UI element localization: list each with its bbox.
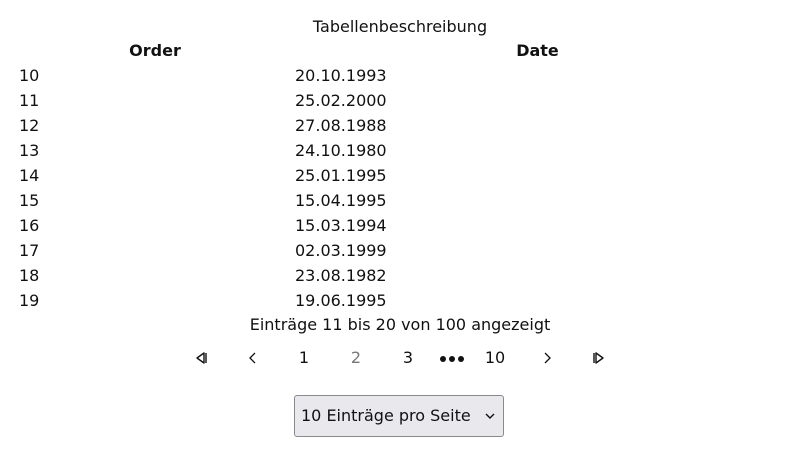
previous-page-button[interactable] [240,345,266,371]
last-page-button[interactable] [586,345,612,371]
table-body: 10 20.10.1993 11 25.02.2000 12 27.08.198… [0,63,800,313]
ellipsis [437,345,467,371]
ellipsis-icon [440,356,464,362]
page-size-selected: 10 Einträge pro Seite [301,406,471,425]
first-page-icon [196,352,207,364]
table-row: 15 15.04.1995 [0,188,800,213]
date-cell: 20.10.1993 [295,66,387,85]
page-1-button[interactable]: 1 [291,345,317,371]
table-row: 16 15.03.1994 [0,213,800,238]
order-cell: 12 [19,116,40,135]
order-cell: 11 [19,91,40,110]
order-cell: 14 [19,166,40,185]
date-cell: 25.01.1995 [295,166,387,185]
date-cell: 19.06.1995 [295,291,387,310]
date-cell: 24.10.1980 [295,141,387,160]
order-cell: 10 [19,66,40,85]
table-row: 12 27.08.1988 [0,113,800,138]
table-row: 17 02.03.1999 [0,238,800,263]
date-cell: 15.04.1995 [295,191,387,210]
date-cell: 25.02.2000 [295,91,387,110]
chevron-down-icon [485,413,495,419]
pagination: 1 2 3 10 [0,345,800,371]
page-2-button[interactable]: 2 [343,345,369,371]
next-page-button[interactable] [534,345,560,371]
table-row: 18 23.08.1982 [0,263,800,288]
table-row: 19 19.06.1995 [0,288,800,313]
page-10-button[interactable]: 10 [480,345,510,371]
table-row: 10 20.10.1993 [0,63,800,88]
table-row: 13 24.10.1980 [0,138,800,163]
chevron-left-icon [249,352,256,364]
date-cell: 23.08.1982 [295,266,387,285]
order-cell: 16 [19,216,40,235]
order-cell: 18 [19,266,40,285]
entries-info: Einträge 11 bis 20 von 100 angezeigt [249,315,551,334]
table-caption: Tabellenbeschreibung [312,17,488,36]
order-cell: 17 [19,241,40,260]
first-page-button[interactable] [188,345,214,371]
column-header-order[interactable]: Order [0,41,310,61]
date-cell: 15.03.1994 [295,216,387,235]
order-cell: 15 [19,191,40,210]
page-size-select[interactable]: 10 Einträge pro Seite [294,395,504,437]
last-page-icon [593,352,604,364]
date-cell: 02.03.1999 [295,241,387,260]
chevron-right-icon [544,352,551,364]
table-row: 14 25.01.1995 [0,163,800,188]
date-cell: 27.08.1988 [295,116,387,135]
order-cell: 13 [19,141,40,160]
table-row: 11 25.02.2000 [0,88,800,113]
page-3-button[interactable]: 3 [395,345,421,371]
column-header-date[interactable]: Date [275,41,800,61]
order-cell: 19 [19,291,40,310]
